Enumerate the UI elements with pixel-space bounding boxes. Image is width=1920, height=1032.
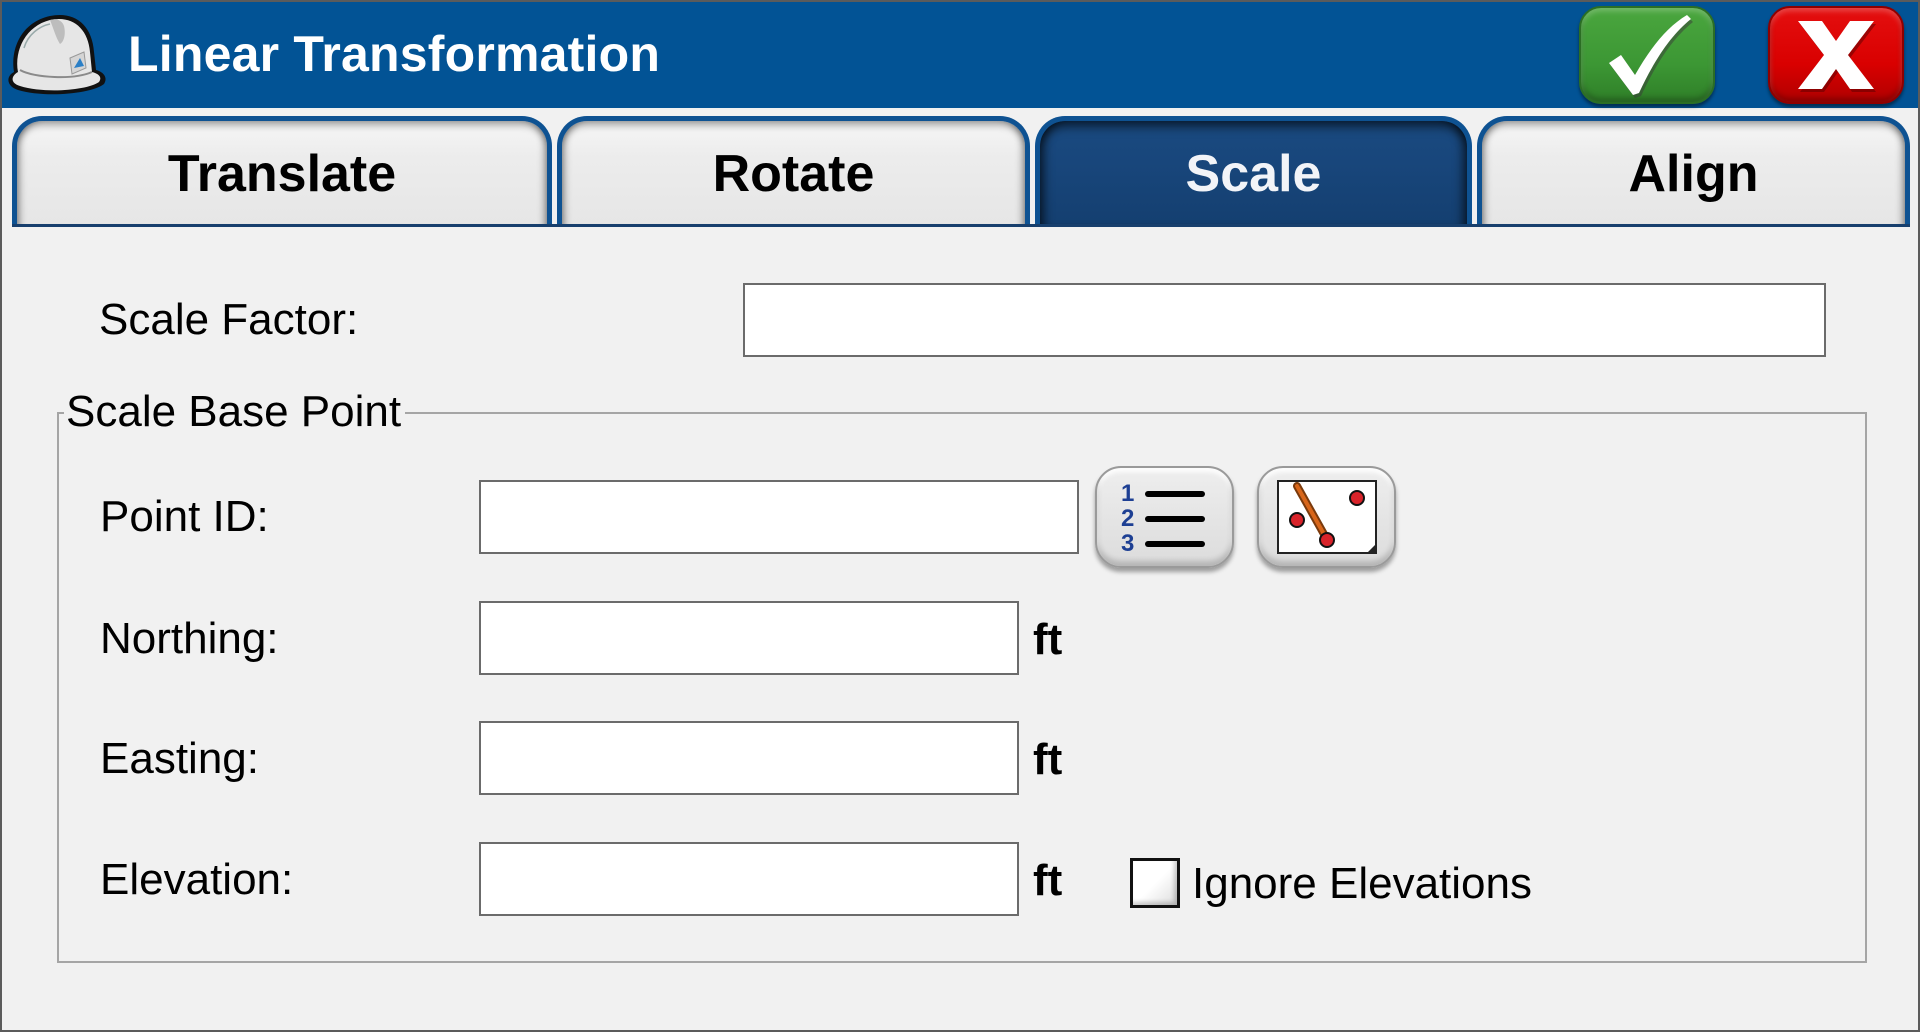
- tab-underline: [12, 224, 1910, 227]
- checkmark-icon: [1609, 15, 1693, 98]
- list-digit-2: 2: [1121, 505, 1134, 532]
- pick-from-map-button[interactable]: [1257, 466, 1396, 568]
- easting-label: Easting:: [100, 734, 259, 783]
- tab-align[interactable]: Align: [1477, 116, 1910, 226]
- northing-input[interactable]: [479, 601, 1019, 675]
- cancel-button[interactable]: [1768, 6, 1904, 104]
- elevation-unit: ft: [1033, 856, 1063, 905]
- point-list-button[interactable]: 1 2 3: [1095, 466, 1234, 568]
- elevation-input[interactable]: [479, 842, 1019, 916]
- tab-label: Scale: [1185, 144, 1322, 203]
- numbered-list-icon: 1 2 3: [1121, 480, 1205, 557]
- northing-label: Northing:: [100, 614, 279, 663]
- ignore-elevations-label[interactable]: Ignore Elevations: [1192, 858, 1532, 910]
- point-id-input[interactable]: [479, 480, 1079, 554]
- scale-factor-label: Scale Factor:: [99, 295, 359, 344]
- x-close-icon: [1798, 21, 1876, 92]
- ignore-elevations-checkbox[interactable]: [1130, 858, 1180, 908]
- easting-input[interactable]: [479, 721, 1019, 795]
- elevation-label: Elevation:: [100, 855, 294, 904]
- easting-unit: ft: [1033, 735, 1063, 784]
- list-digit-1: 1: [1121, 480, 1134, 507]
- northing-unit: ft: [1033, 615, 1063, 664]
- tab-label: Rotate: [712, 144, 875, 203]
- tab-rotate[interactable]: Rotate: [557, 116, 1030, 226]
- scale-factor-input[interactable]: [743, 283, 1826, 357]
- window-title: Linear Transformation: [128, 26, 661, 82]
- title-bar: Linear Transformation: [2, 2, 1918, 108]
- group-title: Scale Base Point: [64, 386, 406, 438]
- point-id-label: Point ID:: [100, 492, 269, 541]
- tab-scale[interactable]: Scale: [1035, 116, 1472, 226]
- hardhat-logo-icon: [8, 14, 106, 95]
- tab-label: Align: [1628, 144, 1759, 203]
- ok-button[interactable]: [1579, 6, 1715, 104]
- tab-translate[interactable]: Translate: [12, 116, 552, 226]
- list-digit-3: 3: [1121, 530, 1134, 557]
- tab-label: Translate: [167, 144, 397, 203]
- pick-from-map-icon: [1276, 480, 1377, 554]
